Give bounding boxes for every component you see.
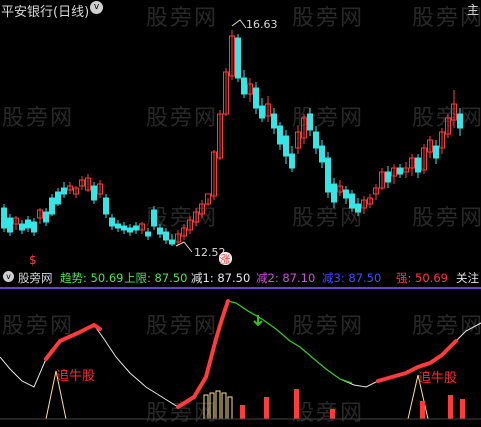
reduce2-value: 减2: 87.10 xyxy=(256,271,316,285)
candle-body xyxy=(457,113,463,129)
high-price-label: 16.63 xyxy=(246,18,278,31)
signal-bar-outline xyxy=(215,390,221,420)
strong-value: 强: 50.69 xyxy=(396,271,448,285)
candle-body xyxy=(277,125,283,145)
candle-body xyxy=(61,187,67,195)
candle-body xyxy=(331,183,337,203)
candle-body xyxy=(157,227,163,235)
signal-bar xyxy=(460,399,465,419)
candle-body xyxy=(103,197,109,215)
candle-body xyxy=(115,223,121,229)
candle-body xyxy=(259,105,265,119)
candle-body xyxy=(385,171,391,183)
candle-body xyxy=(307,113,313,131)
candle-body xyxy=(145,231,151,237)
indicator-name[interactable]: 股旁网 xyxy=(18,270,53,286)
upper-limit-value: 上限: 87.50 xyxy=(124,271,188,285)
white-indicator-line xyxy=(0,300,481,408)
candle-body xyxy=(415,157,421,173)
candle-body xyxy=(121,225,127,231)
signal-bar xyxy=(448,395,453,419)
reduce1-value: 减1: 87.50 xyxy=(191,271,251,285)
candle-body xyxy=(241,77,247,95)
candle-body xyxy=(109,217,115,227)
strong-trend-segment xyxy=(44,322,102,361)
candle-body xyxy=(253,87,259,109)
candle-body xyxy=(127,227,133,233)
chase-bull-signal-label: 追牛股 xyxy=(418,371,458,386)
main-panel-header: 平安银行(日线) v 主 xyxy=(0,0,481,20)
signal-bar xyxy=(240,405,245,419)
candle-body xyxy=(271,113,277,129)
candle-body xyxy=(343,189,349,199)
candle-body xyxy=(25,219,31,229)
chevron-down-icon[interactable]: v xyxy=(3,271,14,282)
candle-body xyxy=(349,193,355,209)
candle-body xyxy=(133,225,139,231)
candle-body xyxy=(289,153,295,169)
candle-body xyxy=(151,209,157,227)
indicator-chart[interactable] xyxy=(0,289,481,424)
candle-body xyxy=(325,157,331,193)
follow-label[interactable]: 关注 xyxy=(456,270,479,286)
signal-bar xyxy=(330,409,335,419)
candlestick-chart[interactable]: $ 涨 xyxy=(0,18,481,266)
signal-bar xyxy=(264,397,269,419)
signal-bar-outline xyxy=(221,392,227,420)
candle-body xyxy=(19,223,25,231)
candle-body xyxy=(235,37,241,79)
candle-body xyxy=(43,211,49,223)
signal-bar-outline xyxy=(203,394,209,420)
candle-body xyxy=(313,131,319,149)
dollar-signal-marker: $ xyxy=(29,253,37,266)
high-price-marker xyxy=(231,19,247,29)
signal-bar xyxy=(420,401,425,419)
signal-bar-outline xyxy=(209,392,215,420)
trend-value: 趋势: 50.69 xyxy=(60,271,124,285)
candle-body xyxy=(283,135,289,157)
candle-body xyxy=(355,203,361,213)
indicator-header: v 股旁网 趋势: 50.69 上限: 87.50 减1: 87.50 减2: … xyxy=(0,267,481,285)
main-panel-corner-label: 主 xyxy=(466,3,479,17)
candle-body xyxy=(1,207,7,229)
reduce3-value: 减3: 87.50 xyxy=(322,271,382,285)
candle-body xyxy=(169,239,175,245)
candle-body xyxy=(49,197,55,215)
candle-body xyxy=(433,145,439,159)
candle-body xyxy=(91,185,97,201)
signal-bar-outline xyxy=(227,396,233,420)
low-price-label: 12.52 xyxy=(194,246,226,259)
signal-bar xyxy=(294,389,299,419)
candle-body xyxy=(31,221,37,233)
trend-line xyxy=(227,300,353,384)
candle-body xyxy=(55,191,61,205)
candle-body xyxy=(397,167,403,175)
down-arrow-icon xyxy=(253,315,263,327)
candle-body xyxy=(319,145,325,163)
chase-bull-signal-label: 追牛股 xyxy=(56,369,96,384)
candle-body xyxy=(163,231,169,241)
candle-body xyxy=(7,217,13,233)
chevron-down-icon[interactable]: v xyxy=(90,1,103,14)
